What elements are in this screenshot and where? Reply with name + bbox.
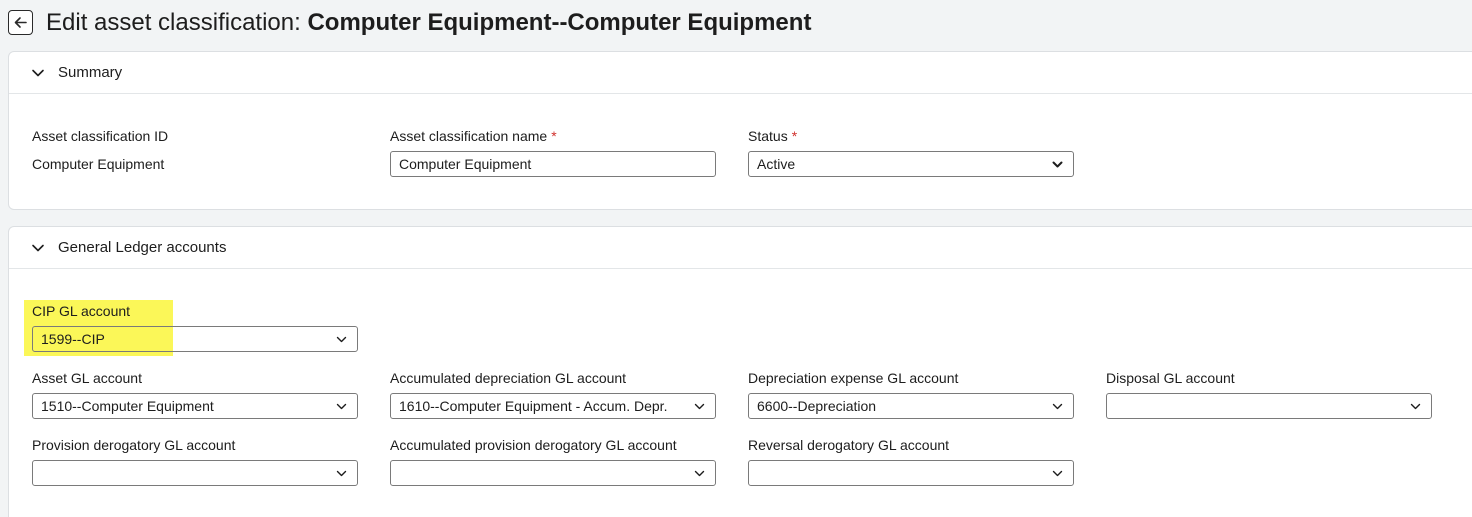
page-title: Edit asset classification: Computer Equi… xyxy=(46,9,811,37)
general-ledger-section-header[interactable]: General Ledger accounts xyxy=(9,227,1472,269)
asset-gl-account-select[interactable]: 1510--Computer Equipment xyxy=(32,393,358,419)
asset-classification-name-label: Asset classification name * xyxy=(390,128,557,145)
reversal-derogatory-gl-account-select[interactable] xyxy=(748,460,1074,486)
chevron-down-icon xyxy=(336,470,347,477)
page-header: Edit asset classification: Computer Equi… xyxy=(0,0,1472,46)
page-title-prefix: Edit asset classification: xyxy=(46,9,308,36)
summary-section-header[interactable]: Summary xyxy=(9,52,1472,94)
status-label-text: Status xyxy=(748,128,788,144)
chevron-down-icon xyxy=(336,336,347,343)
chevron-down-icon xyxy=(1410,403,1421,410)
asset-classification-name-input[interactable]: Computer Equipment xyxy=(390,151,716,177)
accumulated-provision-derogatory-gl-account-select[interactable] xyxy=(390,460,716,486)
disposal-gl-account-select[interactable] xyxy=(1106,393,1432,419)
chevron-down-icon[interactable] xyxy=(31,66,45,80)
disposal-gl-account-label: Disposal GL account xyxy=(1106,370,1235,386)
status-select[interactable]: Active xyxy=(748,151,1074,177)
summary-section: Summary xyxy=(8,51,1472,210)
chevron-down-icon xyxy=(1052,403,1063,410)
asset-classification-id-value: Computer Equipment xyxy=(32,156,165,172)
provision-derogatory-gl-account-select[interactable] xyxy=(32,460,358,486)
required-marker: * xyxy=(551,128,557,144)
accumulated-provision-derogatory-gl-account-label: Accumulated provision derogatory GL acco… xyxy=(390,437,677,453)
asset-classification-name-value: Computer Equipment xyxy=(399,156,532,172)
depreciation-expense-gl-account-label: Depreciation expense GL account xyxy=(748,370,959,386)
cip-gl-account-label: CIP GL account xyxy=(32,303,131,319)
chevron-down-icon xyxy=(1052,470,1063,477)
provision-derogatory-gl-account-label: Provision derogatory GL account xyxy=(32,437,236,453)
chevron-down-icon xyxy=(336,403,347,410)
cip-gl-account-select[interactable]: 1599--CIP xyxy=(32,326,358,352)
chevron-down-icon xyxy=(694,403,705,410)
accumulated-depreciation-gl-account-select[interactable]: 1610--Computer Equipment - Accum. Depr. xyxy=(390,393,716,419)
chevron-down-icon xyxy=(1052,161,1063,168)
accumulated-depreciation-gl-account-label: Accumulated depreciation GL account xyxy=(390,370,627,386)
summary-section-title: Summary xyxy=(58,64,123,81)
status-select-value: Active xyxy=(757,156,796,172)
back-button[interactable] xyxy=(8,10,33,35)
chevron-down-icon[interactable] xyxy=(31,241,45,255)
asset-classification-id-label: Asset classification ID xyxy=(32,128,169,144)
arrow-left-icon xyxy=(14,17,27,28)
depreciation-expense-gl-account-value: 6600--Depreciation xyxy=(757,398,877,414)
asset-classification-name-label-text: Asset classification name xyxy=(390,128,548,144)
page-title-name: Computer Equipment--Computer Equipment xyxy=(307,9,812,36)
chevron-down-icon xyxy=(694,470,705,477)
required-marker: * xyxy=(791,128,798,144)
accumulated-depreciation-gl-account-value: 1610--Computer Equipment - Accum. Depr. xyxy=(399,398,668,414)
status-label: Status * xyxy=(748,128,797,145)
depreciation-expense-gl-account-select[interactable]: 6600--Depreciation xyxy=(748,393,1074,419)
asset-gl-account-value: 1510--Computer Equipment xyxy=(41,398,214,414)
reversal-derogatory-gl-account-label: Reversal derogatory GL account xyxy=(748,437,950,453)
cip-gl-account-value: 1599--CIP xyxy=(41,331,105,347)
general-ledger-section-title: General Ledger accounts xyxy=(58,239,227,256)
asset-gl-account-label: Asset GL account xyxy=(32,370,142,386)
